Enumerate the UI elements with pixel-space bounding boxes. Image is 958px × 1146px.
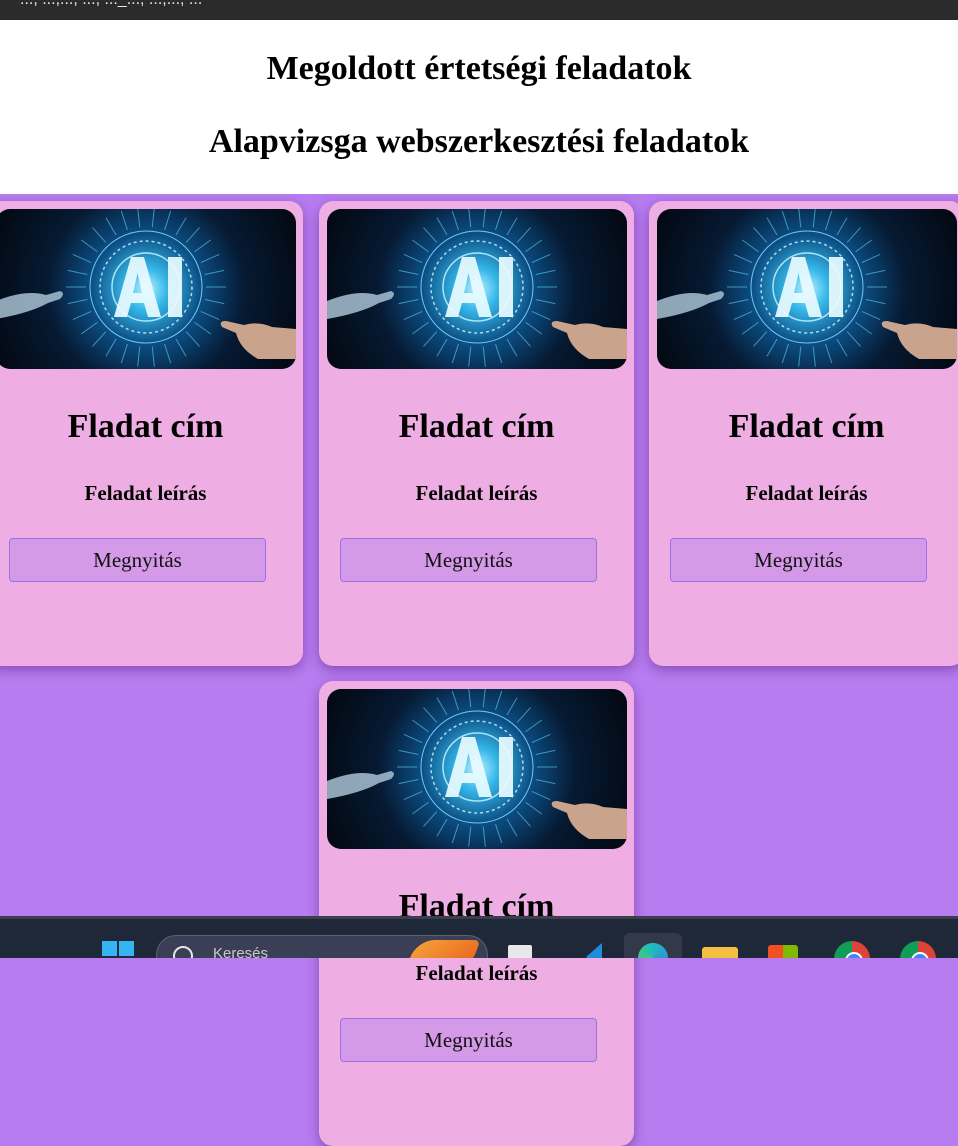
card-description: Feladat leírás: [84, 481, 207, 505]
search-highlight-icon: [405, 940, 481, 958]
chrome-icon[interactable]: [834, 939, 870, 958]
vscode-icon[interactable]: [568, 939, 602, 958]
ai-hand-image: [0, 209, 296, 369]
page-title: Megoldott értetségi feladatok: [266, 50, 692, 87]
microsoft-store-icon[interactable]: [766, 939, 800, 958]
ai-hand-image: [657, 209, 957, 369]
task-card: Fladat cím Feladat leírás Megnyitás: [649, 201, 958, 666]
card-description: Feladat leírás: [415, 961, 538, 985]
windows-start-icon[interactable]: [102, 939, 136, 958]
taskbar-search-box[interactable]: Keresés: [156, 935, 488, 958]
task-card: Fladat cím Feladat leírás Megnyitás: [319, 681, 634, 1146]
windows-taskbar: Keresés: [0, 916, 958, 958]
open-button[interactable]: Megnyitás: [340, 1018, 597, 1062]
browser-address-bar[interactable]: ..., ...,..., ..., ..._..., ...,..., ...: [0, 0, 958, 20]
open-button[interactable]: Megnyitás: [9, 538, 266, 582]
open-button[interactable]: Megnyitás: [340, 538, 597, 582]
search-placeholder: Keresés: [213, 945, 269, 958]
card-description: Feladat leírás: [745, 481, 868, 505]
address-text: ..., ...,..., ..., ..._..., ...,..., ...: [20, 0, 202, 9]
card-title: Fladat cím: [67, 408, 224, 445]
ai-hand-image: [327, 209, 627, 369]
edge-icon[interactable]: [636, 939, 670, 958]
search-icon: [173, 946, 193, 958]
card-description: Feladat leírás: [415, 481, 538, 505]
task-card: Fladat cím Feladat leírás Megnyitás: [319, 201, 634, 666]
card-title: Fladat cím: [398, 408, 555, 445]
file-explorer-icon[interactable]: [702, 939, 738, 958]
ai-hand-image: [327, 689, 627, 849]
chrome-icon[interactable]: [900, 939, 936, 958]
page-subtitle: Alapvizsga webszerkesztési feladatok: [208, 123, 750, 160]
task-view-icon[interactable]: [504, 939, 538, 958]
page-header: Megoldott értetségi feladatok Alapvizsga…: [0, 20, 958, 194]
task-card: Fladat cím Feladat leírás Megnyitás: [0, 201, 303, 666]
open-button[interactable]: Megnyitás: [670, 538, 927, 582]
card-title: Fladat cím: [728, 408, 885, 445]
